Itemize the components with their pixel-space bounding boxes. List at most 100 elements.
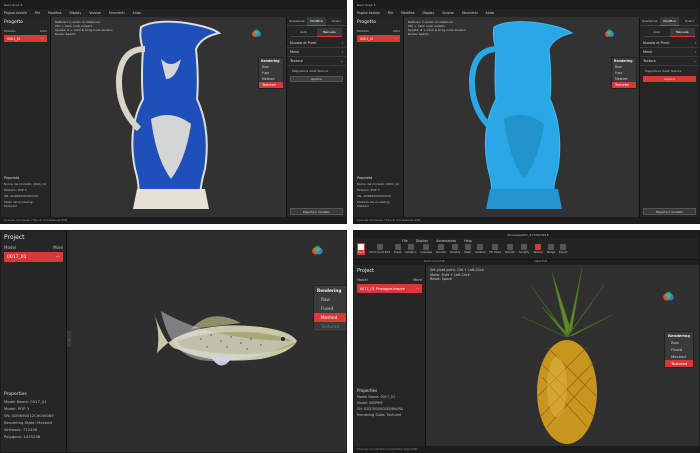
render-option-fused[interactable]: Fused [314,304,346,313]
menu-item[interactable]: Help [464,239,472,243]
overlaps-icon [423,243,430,250]
menu-item[interactable]: Visione [442,11,453,15]
panel-title: Progetto [4,20,24,25]
fused-button[interactable]: Fused [394,243,401,254]
simplify-mesh-button[interactable]: Simplify [519,243,529,254]
tab-merge[interactable]: Unisci [679,17,699,26]
menu-item[interactable]: Aiuto [486,11,494,15]
tab-merge[interactable]: Unisci [326,17,346,26]
subtab-auto[interactable]: Auto [644,28,670,37]
section-point-cloud[interactable]: Nuvola di Punti › [287,39,346,48]
back-button[interactable]: Back [357,242,366,255]
tab-edit[interactable]: Modifica [306,17,327,26]
more-link[interactable]: More [413,278,422,282]
render-option-meshed[interactable]: Meshed [314,313,346,322]
render-option-raw[interactable]: Raw [314,295,346,304]
menu-item[interactable]: Display [69,11,81,15]
menu-bar: Pagina iniziale File Modifica Display Vi… [1,9,346,17]
properties-section: Proprietà Nome del modello: 0001_01 Mode… [354,175,403,209]
render-option-textured[interactable]: Textured [259,82,283,88]
overlaps-button[interactable]: Overlaps [420,243,432,254]
viewport[interactable]: Rendering Raw Fused Meshed Textured [71,231,346,452]
model-label: Modello [4,29,16,33]
texture-mapping-item[interactable]: Mappatura della Texture [642,68,697,74]
smooth-mesh-button[interactable]: Smooth [505,243,515,254]
viewport[interactable]: Definisci il centro di rotazione: Ctrl +… [51,17,286,223]
point-cloud-edit-button[interactable]: Point Cloud Edit [369,243,390,254]
properties-section: Proprietà Nome del modello: 0001_01 Mode… [1,175,50,209]
subtab-auto[interactable]: Auto [291,28,317,37]
vase-model [115,20,222,209]
smooth-icon [437,243,444,250]
more-link[interactable]: Altro [40,29,47,33]
menu-item[interactable]: File [35,11,40,15]
menu-bar: File Display Accessories Help [402,238,472,243]
section-point-cloud[interactable]: Nuvola di Punti › [640,39,699,48]
revopoint-logo-icon [312,245,323,255]
menu-item[interactable]: Visione [89,11,100,15]
menu-item[interactable]: Modifica [401,11,414,15]
render-option-fused[interactable]: Fused [665,346,693,353]
apply-button[interactable]: Applica [290,76,343,82]
menu-item[interactable]: Accessories [436,239,456,243]
back-icon [358,243,365,250]
fill-holes-button[interactable]: Fill Holes [490,243,501,254]
render-option-meshed[interactable]: Meshed [665,353,693,360]
fuse-icon [394,243,401,250]
more-link[interactable]: More [53,245,63,250]
mesh-button[interactable]: Mesh [464,243,471,254]
section-mesh[interactable]: Mesh › [640,48,699,57]
smooth-pc-button[interactable]: Smooth [436,243,446,254]
isolated-button[interactable]: Isolated [475,243,486,254]
pineapple-model [521,268,613,444]
tab-scan[interactable]: Scansione [640,17,660,26]
section-texture[interactable]: Texture ⌄ [287,57,346,66]
model-item[interactable]: 0001_01 ··· [357,35,400,42]
render-option-raw[interactable]: Raw [665,339,693,346]
rendering-menu: Rendering Raw Fuso Meshed Textured [611,57,637,89]
menu-item[interactable]: Pagina iniziale [4,11,27,15]
model-item[interactable]: 0001_01 ··· [4,35,47,42]
menu-item[interactable]: Strumenti [109,11,125,15]
simplify-pc-button[interactable]: Simplify [450,243,460,254]
model-item[interactable]: 0017_01 Pineapple-Inspire ··· [357,284,422,293]
menu-item[interactable]: Display [422,11,434,15]
tab-scan[interactable]: Scansione [287,17,307,26]
export-model-button[interactable]: Esporta il modello [290,208,343,215]
apply-button[interactable]: Applica [643,76,696,82]
window-bottom-left: Project Model More 0017_01 ··· Properties… [0,230,347,453]
section-mesh[interactable]: Mesh › [287,48,346,57]
export-model-button[interactable]: Esporta il modello [643,208,696,215]
export-icon [560,243,567,250]
render-option-textured[interactable]: Textured [665,360,693,367]
menu-item[interactable]: Display [416,239,429,243]
menu-item[interactable]: Aiuto [133,11,141,15]
revopoint-logo-icon [605,29,614,37]
subtab-manual[interactable]: Manuale [316,28,342,37]
menu-item[interactable]: Pagina iniziale [357,11,380,15]
isolation-button[interactable]: Isolation [405,243,416,254]
menu-item[interactable]: File [402,239,408,243]
render-option-textured[interactable]: Textured [314,322,346,331]
window-bottom-right: Pineapple001_0172024018 Back Point Cloud… [353,230,700,453]
section-texture[interactable]: Texture ⌄ [640,57,699,66]
project-panel: Progetto Modello Altro 0001_01 ··· Propri… [354,17,404,223]
viewport[interactable]: Definisci il centro di rotazione: Ctrl +… [404,17,639,223]
export-button[interactable]: Export [559,243,568,254]
texture-button[interactable]: Texture [533,243,543,254]
viewport[interactable]: Set pivot point: Ctrl + Left-Click Move:… [426,265,699,446]
texture-mapping-item[interactable]: Mappatura della Texture [289,68,344,74]
project-panel: Project Model More 0017_01 Pineapple-Ins… [354,265,426,452]
merge-button[interactable]: Merge [547,243,555,254]
menu-item[interactable]: File [388,11,393,15]
render-option-textured[interactable]: Textured [612,82,636,88]
tab-edit[interactable]: Modifica [659,17,680,26]
subtab-manual[interactable]: Manuale [669,28,695,37]
model-label: Model [4,245,17,250]
window-top-right: Revo Scan 5 Pagina iniziale File Modific… [353,0,700,224]
menu-item[interactable]: Strumenti [462,11,478,15]
point-cloud-icon [376,243,383,250]
menu-item[interactable]: Modifica [48,11,61,15]
more-link[interactable]: Altro [393,29,400,33]
model-item[interactable]: 0017_01 ··· [4,252,63,262]
